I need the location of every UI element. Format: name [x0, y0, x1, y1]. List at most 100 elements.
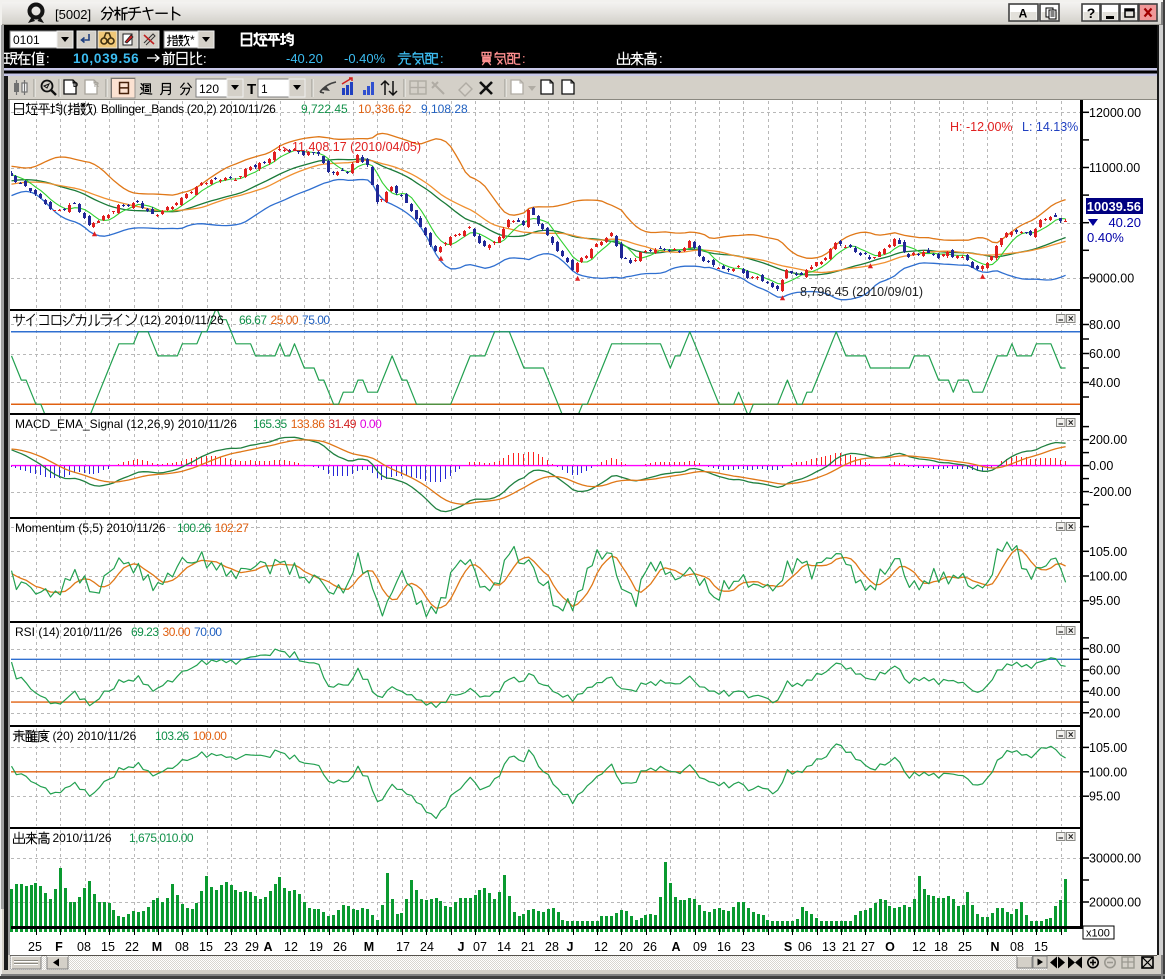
svg-text:8,796.45 (2010/09/01): 8,796.45 (2010/09/01) [800, 285, 923, 299]
svg-text:*: * [190, 33, 195, 47]
svg-text:60.00: 60.00 [1089, 347, 1120, 361]
svg-text:133.86: 133.86 [291, 417, 326, 431]
svg-text::: : [659, 51, 663, 66]
svg-text:0101: 0101 [13, 33, 40, 47]
svg-text:14: 14 [497, 940, 511, 954]
svg-text:102.27: 102.27 [215, 521, 250, 535]
svg-text:R: R [94, 82, 99, 89]
svg-text:T: T [247, 81, 256, 98]
svg-text:15: 15 [1034, 940, 1048, 954]
svg-text:A: A [263, 940, 272, 954]
svg-text:80.00: 80.00 [1089, 642, 1120, 656]
svg-text:31.49: 31.49 [328, 417, 356, 431]
svg-text:9000.00: 9000.00 [1089, 271, 1134, 285]
svg-text:J: J [567, 940, 574, 954]
svg-text:11000.00: 11000.00 [1089, 161, 1140, 175]
svg-text:20000.00: 20000.00 [1089, 896, 1141, 910]
svg-text:9,108.28: 9,108.28 [421, 102, 468, 116]
svg-text:10039.56: 10039.56 [1087, 199, 1141, 214]
svg-text:-0.40%: -0.40% [344, 51, 386, 66]
svg-text:105.00: 105.00 [1089, 545, 1127, 559]
svg-text::: : [203, 51, 207, 66]
svg-text:M: M [152, 940, 162, 954]
svg-text:13: 13 [822, 940, 836, 954]
svg-text:21: 21 [842, 940, 856, 954]
svg-text:28: 28 [545, 940, 559, 954]
svg-text:27: 27 [861, 940, 875, 954]
svg-text:1,675,010.00: 1,675,010.00 [129, 831, 194, 845]
svg-text:23: 23 [741, 940, 755, 954]
svg-text:A: A [1019, 7, 1028, 21]
svg-text:70.00: 70.00 [194, 625, 222, 639]
svg-text:08: 08 [77, 940, 91, 954]
svg-text:10,336.62: 10,336.62 [358, 102, 412, 116]
svg-text:09: 09 [693, 940, 707, 954]
svg-text:100.00: 100.00 [193, 729, 228, 743]
svg-text:40.00: 40.00 [1089, 685, 1120, 699]
svg-text:26: 26 [643, 940, 657, 954]
svg-text:L: 14.13%: L: 14.13% [1022, 120, 1078, 134]
svg-text:95.00: 95.00 [1089, 790, 1120, 804]
svg-text:120: 120 [199, 82, 219, 96]
svg-text:Bollinger_Bands (20,2) 2010/11: Bollinger_Bands (20,2) 2010/11/26 [101, 102, 276, 116]
svg-text:?: ? [1087, 5, 1096, 21]
svg-text:-40.20: -40.20 [286, 51, 323, 66]
svg-text:(: ( [63, 102, 67, 116]
svg-text:J: J [458, 940, 465, 954]
svg-text:18: 18 [934, 940, 948, 954]
svg-text:12: 12 [912, 940, 926, 954]
svg-text:08: 08 [1010, 940, 1024, 954]
svg-text:1: 1 [261, 82, 268, 96]
svg-text:12: 12 [594, 940, 608, 954]
svg-text:D: D [73, 82, 78, 89]
svg-text:23: 23 [224, 940, 238, 954]
svg-text:12: 12 [284, 940, 298, 954]
svg-text:20: 20 [619, 940, 633, 954]
svg-text:-200.00: -200.00 [1089, 485, 1131, 499]
svg-text:40.20: 40.20 [1108, 215, 1141, 230]
svg-text:20.00: 20.00 [1089, 706, 1120, 720]
svg-text:MACD_EMA_Signal (12,26,9) 2010: MACD_EMA_Signal (12,26,9) 2010/11/26 [15, 417, 237, 431]
svg-text::: : [522, 51, 526, 66]
svg-text:22: 22 [125, 940, 139, 954]
svg-text:30.00: 30.00 [163, 625, 191, 639]
svg-text:O: O [885, 940, 895, 954]
svg-text:0.00: 0.00 [360, 417, 382, 431]
svg-text:29: 29 [245, 940, 259, 954]
svg-text:0.40%: 0.40% [1087, 230, 1124, 245]
svg-text:165.35: 165.35 [253, 417, 288, 431]
svg-text:15: 15 [199, 940, 213, 954]
svg-text:100.26: 100.26 [177, 521, 212, 535]
svg-text:60.00: 60.00 [1089, 664, 1120, 678]
svg-text:11,408.17 (2010/04/05): 11,408.17 (2010/04/05) [292, 140, 421, 154]
svg-text:10,039.56: 10,039.56 [73, 51, 139, 66]
svg-text:(20) 2010/11/26: (20) 2010/11/26 [52, 729, 136, 743]
svg-text:0.00: 0.00 [1089, 459, 1113, 473]
svg-text:2010/11/26: 2010/11/26 [52, 831, 111, 845]
svg-text:[5002]: [5002] [55, 7, 91, 22]
svg-text:19: 19 [309, 940, 323, 954]
svg-text:RSI (14) 2010/11/26: RSI (14) 2010/11/26 [15, 625, 123, 639]
svg-text:07: 07 [473, 940, 487, 954]
svg-text:15: 15 [101, 940, 115, 954]
svg-text:9,722.45: 9,722.45 [301, 102, 348, 116]
svg-text:Momentum (5,5) 2010/11/26: Momentum (5,5) 2010/11/26 [15, 521, 166, 535]
svg-text:103.26: 103.26 [155, 729, 190, 743]
svg-text:69.23: 69.23 [131, 625, 159, 639]
svg-text:66.67: 66.67 [239, 313, 267, 327]
svg-text:25: 25 [958, 940, 972, 954]
svg-text:x100: x100 [1086, 928, 1110, 940]
svg-text:H: -12.00%: H: -12.00% [950, 120, 1013, 134]
svg-text:16: 16 [717, 940, 731, 954]
svg-text:F: F [55, 940, 63, 954]
svg-text:25.00: 25.00 [271, 313, 299, 327]
svg-text:06: 06 [798, 940, 812, 954]
svg-text:A: A [671, 940, 680, 954]
svg-text:95.00: 95.00 [1089, 594, 1120, 608]
svg-text:S: S [784, 940, 792, 954]
svg-text:21: 21 [521, 940, 535, 954]
svg-text:40.00: 40.00 [1089, 376, 1120, 390]
svg-text:17: 17 [396, 940, 410, 954]
svg-text:30000.00: 30000.00 [1089, 852, 1141, 866]
svg-text:100.00: 100.00 [1089, 765, 1127, 779]
